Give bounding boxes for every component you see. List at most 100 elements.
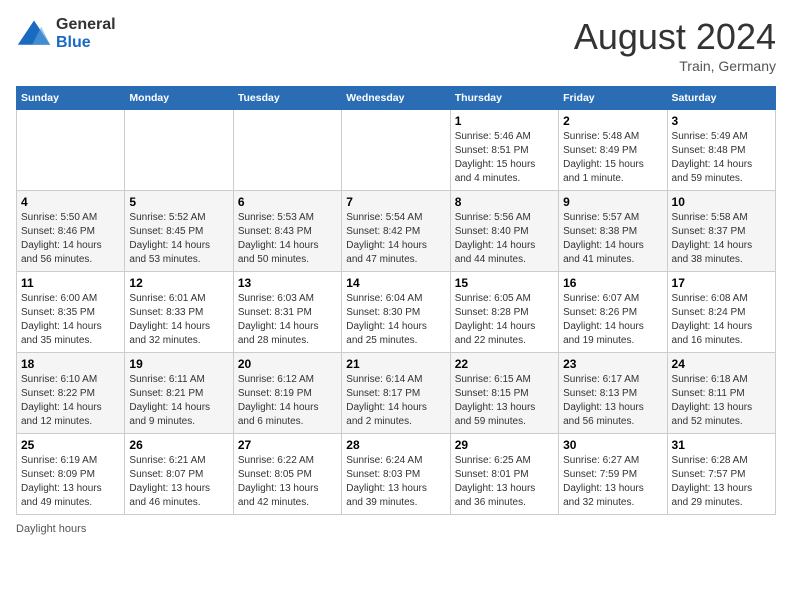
day-number: 14 [346,276,445,290]
day-number: 21 [346,357,445,371]
day-number: 12 [129,276,228,290]
day-info: Sunrise: 6:05 AM Sunset: 8:28 PM Dayligh… [455,292,554,348]
logo-icon [16,16,52,52]
calendar-week-row: 1Sunrise: 5:46 AM Sunset: 8:51 PM Daylig… [17,110,776,191]
weekday-header: Monday [125,87,233,110]
day-info: Sunrise: 6:03 AM Sunset: 8:31 PM Dayligh… [238,292,337,348]
calendar-cell: 12 Sunrise: 6:01 AM Sunset: 8:33 PM Dayli… [125,272,233,353]
calendar-table: SundayMondayTuesdayWednesdayThursdayFrid… [16,86,776,515]
day-info: Sunrise: 6:19 AM Sunset: 8:09 PM Dayligh… [21,454,120,510]
weekday-header: Friday [559,87,667,110]
calendar-cell: 10 Sunrise: 5:58 AM Sunset: 8:37 PM Dayli… [667,191,775,272]
day-number: 2 [563,114,662,128]
daylight-label: Daylight hours [16,523,86,535]
month-title: August 2024 [574,16,776,58]
day-number: 5 [129,195,228,209]
day-number: 30 [563,438,662,452]
day-number: 4 [21,195,120,209]
calendar-cell: 4 Sunrise: 5:50 AM Sunset: 8:46 PM Daylig… [17,191,125,272]
day-info: Sunrise: 6:21 AM Sunset: 8:07 PM Dayligh… [129,454,228,510]
calendar-week-row: 4 Sunrise: 5:50 AM Sunset: 8:46 PM Daylig… [17,191,776,272]
weekday-header: Saturday [667,87,775,110]
calendar-cell: 1Sunrise: 5:46 AM Sunset: 8:51 PM Daylig… [450,110,558,191]
day-info: Sunrise: 6:28 AM Sunset: 7:57 PM Dayligh… [672,454,771,510]
day-number: 13 [238,276,337,290]
day-number: 17 [672,276,771,290]
day-number: 23 [563,357,662,371]
weekday-header: Thursday [450,87,558,110]
day-number: 10 [672,195,771,209]
day-info: Sunrise: 5:57 AM Sunset: 8:38 PM Dayligh… [563,211,662,267]
day-info: Sunrise: 6:27 AM Sunset: 7:59 PM Dayligh… [563,454,662,510]
day-number: 28 [346,438,445,452]
day-number: 9 [563,195,662,209]
calendar-cell: 8 Sunrise: 5:56 AM Sunset: 8:40 PM Daylig… [450,191,558,272]
day-number: 22 [455,357,554,371]
calendar-week-row: 11Sunrise: 6:00 AM Sunset: 8:35 PM Dayli… [17,272,776,353]
calendar-cell: 21 Sunrise: 6:14 AM Sunset: 8:17 PM Dayli… [342,353,450,434]
calendar-cell: 29 Sunrise: 6:25 AM Sunset: 8:01 PM Dayli… [450,434,558,515]
weekday-header: Sunday [17,87,125,110]
day-number: 24 [672,357,771,371]
location: Train, Germany [574,58,776,74]
day-number: 15 [455,276,554,290]
day-info: Sunrise: 6:15 AM Sunset: 8:15 PM Dayligh… [455,373,554,429]
day-info: Sunrise: 6:25 AM Sunset: 8:01 PM Dayligh… [455,454,554,510]
footer: Daylight hours [16,523,776,535]
calendar-cell: 19 Sunrise: 6:11 AM Sunset: 8:21 PM Dayli… [125,353,233,434]
calendar-cell: 28 Sunrise: 6:24 AM Sunset: 8:03 PM Dayli… [342,434,450,515]
logo: General Blue [16,16,116,52]
day-info: Sunrise: 6:18 AM Sunset: 8:11 PM Dayligh… [672,373,771,429]
day-info: Sunrise: 6:07 AM Sunset: 8:26 PM Dayligh… [563,292,662,348]
calendar-cell: 27Sunrise: 6:22 AM Sunset: 8:05 PM Dayli… [233,434,341,515]
day-number: 31 [672,438,771,452]
weekday-header: Wednesday [342,87,450,110]
logo-blue-text: Blue [56,34,116,52]
logo-general-text: General [56,16,116,34]
day-info: Sunrise: 6:14 AM Sunset: 8:17 PM Dayligh… [346,373,445,429]
day-number: 20 [238,357,337,371]
day-info: Sunrise: 5:49 AM Sunset: 8:48 PM Dayligh… [672,130,771,186]
day-info: Sunrise: 6:11 AM Sunset: 8:21 PM Dayligh… [129,373,228,429]
day-number: 6 [238,195,337,209]
day-info: Sunrise: 5:53 AM Sunset: 8:43 PM Dayligh… [238,211,337,267]
day-info: Sunrise: 5:56 AM Sunset: 8:40 PM Dayligh… [455,211,554,267]
day-info: Sunrise: 5:58 AM Sunset: 8:37 PM Dayligh… [672,211,771,267]
day-info: Sunrise: 6:01 AM Sunset: 8:33 PM Dayligh… [129,292,228,348]
calendar-cell: 23 Sunrise: 6:17 AM Sunset: 8:13 PM Dayli… [559,353,667,434]
day-info: Sunrise: 6:24 AM Sunset: 8:03 PM Dayligh… [346,454,445,510]
day-number: 16 [563,276,662,290]
calendar-cell: 16 Sunrise: 6:07 AM Sunset: 8:26 PM Dayli… [559,272,667,353]
day-info: Sunrise: 6:10 AM Sunset: 8:22 PM Dayligh… [21,373,120,429]
day-info: Sunrise: 6:17 AM Sunset: 8:13 PM Dayligh… [563,373,662,429]
day-info: Sunrise: 5:54 AM Sunset: 8:42 PM Dayligh… [346,211,445,267]
calendar-cell: 17Sunrise: 6:08 AM Sunset: 8:24 PM Dayli… [667,272,775,353]
calendar-cell: 7Sunrise: 5:54 AM Sunset: 8:42 PM Daylig… [342,191,450,272]
calendar-cell [233,110,341,191]
day-info: Sunrise: 6:22 AM Sunset: 8:05 PM Dayligh… [238,454,337,510]
day-number: 8 [455,195,554,209]
calendar-cell: 20 Sunrise: 6:12 AM Sunset: 8:19 PM Dayli… [233,353,341,434]
weekday-header: Tuesday [233,87,341,110]
calendar-cell: 24 Sunrise: 6:18 AM Sunset: 8:11 PM Dayli… [667,353,775,434]
calendar-cell [342,110,450,191]
calendar-cell: 5Sunrise: 5:52 AM Sunset: 8:45 PM Daylig… [125,191,233,272]
calendar-week-row: 25Sunrise: 6:19 AM Sunset: 8:09 PM Dayli… [17,434,776,515]
calendar-cell: 30 Sunrise: 6:27 AM Sunset: 7:59 PM Dayli… [559,434,667,515]
calendar-cell: 13 Sunrise: 6:03 AM Sunset: 8:31 PM Dayli… [233,272,341,353]
day-number: 29 [455,438,554,452]
day-info: Sunrise: 6:12 AM Sunset: 8:19 PM Dayligh… [238,373,337,429]
calendar-cell: 14Sunrise: 6:04 AM Sunset: 8:30 PM Dayli… [342,272,450,353]
calendar-cell: 31 Sunrise: 6:28 AM Sunset: 7:57 PM Dayli… [667,434,775,515]
page-header: General Blue August 2024 Train, Germany [16,16,776,74]
day-info: Sunrise: 5:50 AM Sunset: 8:46 PM Dayligh… [21,211,120,267]
day-number: 26 [129,438,228,452]
calendar-cell: 3Sunrise: 5:49 AM Sunset: 8:48 PM Daylig… [667,110,775,191]
day-number: 19 [129,357,228,371]
calendar-cell: 15 Sunrise: 6:05 AM Sunset: 8:28 PM Dayli… [450,272,558,353]
calendar-cell: 26 Sunrise: 6:21 AM Sunset: 8:07 PM Dayli… [125,434,233,515]
calendar-week-row: 18 Sunrise: 6:10 AM Sunset: 8:22 PM Dayli… [17,353,776,434]
calendar-header-row: SundayMondayTuesdayWednesdayThursdayFrid… [17,87,776,110]
calendar-cell: 22 Sunrise: 6:15 AM Sunset: 8:15 PM Dayli… [450,353,558,434]
day-number: 18 [21,357,120,371]
